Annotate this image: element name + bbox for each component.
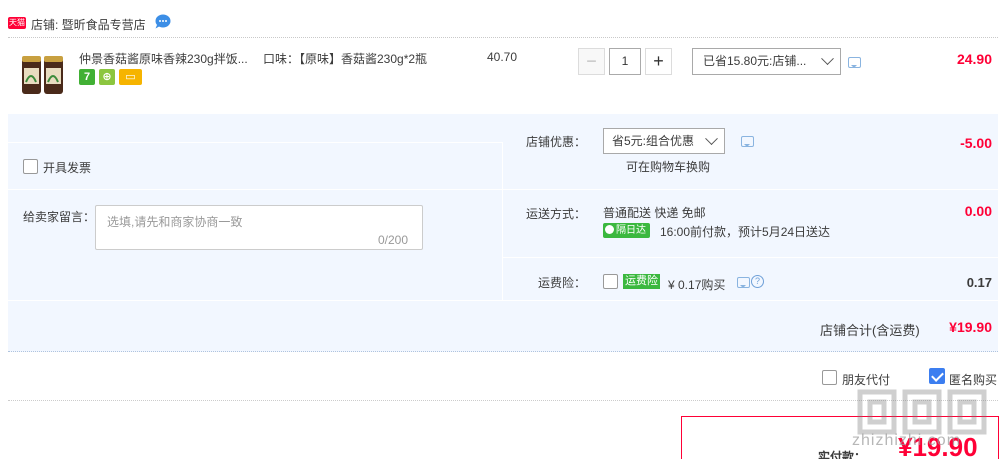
item-promotion-select[interactable]: 已省15.80元:店铺... <box>692 48 841 75</box>
divider <box>8 400 998 401</box>
delivery-estimate: 16:00前付款，预计5月24日送达 <box>660 225 831 239</box>
insurance-badge: 运费险 <box>623 274 660 289</box>
anonymous-checkbox[interactable] <box>929 368 945 384</box>
guarantee-icon: ⊕ <box>99 69 115 85</box>
insurance-amount: 0.17 <box>966 275 992 290</box>
insurance-price: ¥ 0.17购买 <box>668 278 726 292</box>
unit-price: 40.70 <box>487 50 518 64</box>
shop-discount-label: 店铺优惠： <box>525 135 586 149</box>
insurance-checkbox[interactable] <box>603 274 618 289</box>
remark-char-count: 0/200 <box>378 233 409 247</box>
next-day-badge: 隔日达 <box>603 223 650 238</box>
quantity-minus-button[interactable]: − <box>578 48 605 75</box>
seven-day-return-icon: 7 <box>79 69 95 85</box>
product-thumbnail[interactable] <box>20 52 66 98</box>
item-row <box>8 37 998 113</box>
shipping-amount: 0.00 <box>964 203 992 219</box>
tmall-badge: 天猫 <box>8 17 26 29</box>
next-day-label: 隔日达 <box>616 225 646 236</box>
item-total: 24.90 <box>956 51 992 67</box>
message-icon[interactable] <box>737 277 750 288</box>
chevron-down-icon <box>705 132 718 146</box>
invoice-checkbox[interactable] <box>23 159 38 174</box>
insurance-label: 运费险： <box>537 276 586 290</box>
quantity-plus-button[interactable]: + <box>645 48 672 75</box>
message-icon[interactable] <box>741 136 754 147</box>
shipping-label: 运送方式： <box>525 207 586 221</box>
shop-discount-value: 省5元:组合优惠 <box>612 134 695 148</box>
item-promotion-label: 已省15.80元:店铺... <box>703 54 807 68</box>
remark-label: 给卖家留言： <box>23 210 96 224</box>
shipping-method: 普通配送 快递 免邮 <box>603 206 706 220</box>
remark-placeholder: 选填,请先和商家协商一致 <box>107 215 243 229</box>
clock-icon <box>605 225 614 234</box>
shop-subtotal-label: 店铺合计(含运费) <box>820 323 920 338</box>
shop-name[interactable]: 店铺: 暨昕食品专营店 <box>31 16 146 33</box>
chevron-down-icon <box>821 52 834 66</box>
product-sku: 口味：【原味】香菇酱230g*2瓶 <box>263 52 428 66</box>
friend-pay-checkbox[interactable] <box>822 370 837 385</box>
card-payment-icon: ▭ <box>119 69 142 85</box>
quantity-input[interactable]: 1 <box>609 48 641 75</box>
shop-discount-select[interactable]: 省5元:组合优惠 <box>603 128 725 154</box>
product-title[interactable]: 仲景香菇酱原味香辣230g拌饭... <box>79 50 259 67</box>
watermark-url: zhizhizhi.com <box>852 432 962 449</box>
invoice-label[interactable]: 开具发票 <box>43 159 91 176</box>
chat-bubble-icon[interactable] <box>154 14 171 29</box>
message-icon[interactable] <box>848 57 861 68</box>
shop-discount-note: 可在购物车换购 <box>626 160 711 174</box>
quantity-stepper: − 1 + <box>578 48 672 75</box>
shop-subtotal-amount: ¥19.90 <box>949 319 992 335</box>
help-icon[interactable]: ? <box>751 275 764 288</box>
shop-discount-amount: -5.00 <box>960 135 992 151</box>
